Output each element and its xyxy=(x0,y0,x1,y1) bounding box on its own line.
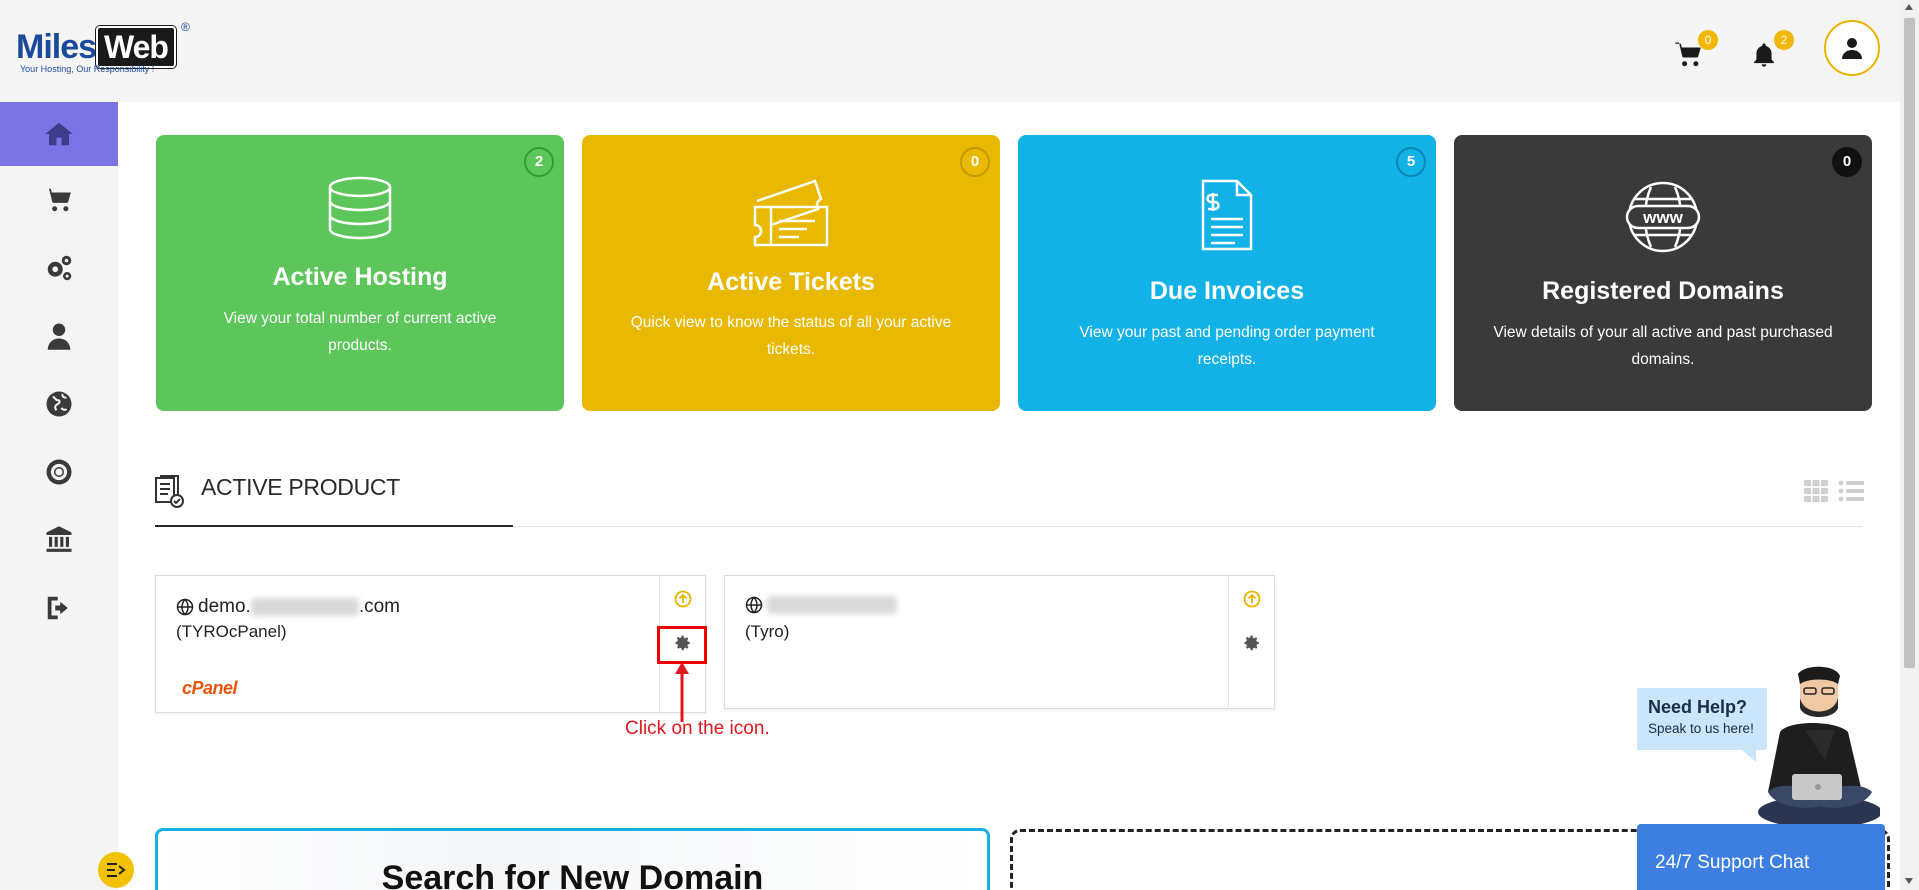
product-domain xyxy=(745,596,897,614)
product-plan: (TYROcPanel) xyxy=(176,622,287,641)
active-tickets-card[interactable]: 0 Active Tickets Quick view to know the … xyxy=(582,135,1000,411)
scroll-up-arrow-icon[interactable] xyxy=(1905,4,1913,10)
product-actions-rail xyxy=(1228,576,1274,708)
support-agent-illustration xyxy=(1758,666,1880,828)
sidebar-item-cart[interactable] xyxy=(0,168,118,232)
section-underline xyxy=(155,525,513,527)
product-card[interactable]: demo. .com (TYROcPanel) cPanel xyxy=(155,575,706,713)
active-tickets-title: Active Tickets xyxy=(707,268,875,296)
lifebuoy-icon xyxy=(46,459,72,485)
need-help-title: Need Help? xyxy=(1648,697,1748,717)
active-hosting-description: View your total number of current active… xyxy=(223,310,497,354)
due-invoices-card[interactable]: 5 Due Invoices View your past and pendin… xyxy=(1018,135,1436,411)
ticket-icon xyxy=(753,179,829,247)
cart-icon xyxy=(45,188,71,212)
sidebar-item-services[interactable] xyxy=(0,236,118,300)
sidebar-item-logout[interactable] xyxy=(0,576,118,640)
annotation-text: Click on the icon. xyxy=(625,718,770,739)
registered-mark: ® xyxy=(181,20,190,34)
cart-button[interactable]: 0 xyxy=(1674,30,1718,72)
highlight-box xyxy=(657,626,707,664)
domain-suffix: .com xyxy=(358,596,400,617)
database-icon xyxy=(328,176,392,240)
globe-icon xyxy=(46,391,72,417)
sidebar-toggle-button[interactable] xyxy=(98,852,134,888)
globe-icon xyxy=(745,596,763,614)
logout-icon xyxy=(47,596,68,620)
logo-tagline: Your Hosting, Our Responsibility ! xyxy=(20,64,155,74)
home-icon xyxy=(45,122,73,146)
active-hosting-card[interactable]: 2 Active Hosting View your total number … xyxy=(156,135,564,411)
registered-domains-count-badge: 0 xyxy=(1832,147,1862,177)
active-tickets-count-badge: 0 xyxy=(960,147,990,177)
domain-search-panel: Search for New Domain xyxy=(155,828,990,890)
registered-domains-card[interactable]: 0 www Registered Domains View details of… xyxy=(1454,135,1872,411)
registered-domains-description: View details of your all active and past… xyxy=(1493,324,1833,368)
need-help-subtitle: Speak to us here! xyxy=(1648,721,1754,736)
sidebar-item-support[interactable] xyxy=(0,440,118,504)
redacted-domain xyxy=(767,596,897,614)
product-plan: (Tyro) xyxy=(745,622,790,641)
active-hosting-title: Active Hosting xyxy=(272,263,448,291)
gear-icon[interactable] xyxy=(1243,634,1261,652)
support-chat-label: 24/7 Support Chat xyxy=(1655,852,1810,873)
product-list-icon xyxy=(155,475,184,508)
grid-view-icon[interactable] xyxy=(1804,480,1828,502)
logo-text-miles: Miles xyxy=(16,28,97,66)
user-icon xyxy=(47,323,71,350)
scroll-down-arrow-icon[interactable] xyxy=(1905,878,1913,884)
need-help-bubble[interactable]: Need Help? Speak to us here! xyxy=(1637,688,1767,750)
page-scrollbar[interactable] xyxy=(1900,0,1919,890)
sidebar xyxy=(0,102,118,890)
product-card[interactable]: (Tyro) xyxy=(724,575,1275,709)
annotation-arrow xyxy=(675,662,689,722)
support-chat-button[interactable]: 24/7 Support Chat xyxy=(1637,824,1885,890)
upgrade-icon[interactable] xyxy=(674,590,692,608)
due-invoices-title: Due Invoices xyxy=(1149,277,1305,305)
mileweb-logo[interactable]: Miles Web ® Your Hosting, Our Responsibi… xyxy=(16,20,196,80)
registered-domains-title: Registered Domains xyxy=(1542,277,1784,305)
svg-text:www: www xyxy=(1642,208,1683,227)
active-tickets-description: Quick view to know the status of all you… xyxy=(630,314,952,358)
list-view-icon[interactable] xyxy=(1838,480,1864,502)
globe-icon xyxy=(176,598,194,616)
sidebar-item-domains[interactable] xyxy=(0,372,118,436)
gears-icon xyxy=(47,255,72,281)
notifications-button[interactable]: 2 xyxy=(1750,30,1794,72)
cart-count-badge: 0 xyxy=(1698,30,1718,50)
menu-arrow-icon xyxy=(107,863,126,877)
bank-icon xyxy=(46,526,72,552)
logo-text-web: Web xyxy=(96,26,176,68)
user-icon xyxy=(1842,38,1862,59)
invoice-icon xyxy=(1201,179,1253,251)
cpanel-logo: cPanel xyxy=(182,678,238,698)
scroll-thumb[interactable] xyxy=(1904,18,1915,668)
active-product-heading: ACTIVE PRODUCT xyxy=(201,474,400,500)
domain-search-title: Search for New Domain xyxy=(381,859,764,890)
redacted-domain-part xyxy=(250,598,359,616)
due-invoices-count-badge: 5 xyxy=(1396,147,1426,177)
sidebar-item-profile[interactable] xyxy=(0,304,118,368)
upgrade-icon[interactable] xyxy=(1243,590,1261,608)
sidebar-item-home[interactable] xyxy=(0,102,118,166)
profile-button[interactable] xyxy=(1824,20,1880,76)
active-hosting-count-badge: 2 xyxy=(524,147,554,177)
www-globe-icon: www xyxy=(1625,181,1701,253)
bell-icon xyxy=(1754,43,1774,67)
sidebar-item-billing[interactable] xyxy=(0,508,118,572)
due-invoices-description: View your past and pending order payment… xyxy=(1079,324,1375,368)
notifications-count-badge: 2 xyxy=(1774,30,1794,50)
product-domain: demo. .com xyxy=(176,596,400,618)
domain-prefix: demo. xyxy=(198,596,251,617)
top-header: Miles Web ® Your Hosting, Our Responsibi… xyxy=(0,0,1900,102)
